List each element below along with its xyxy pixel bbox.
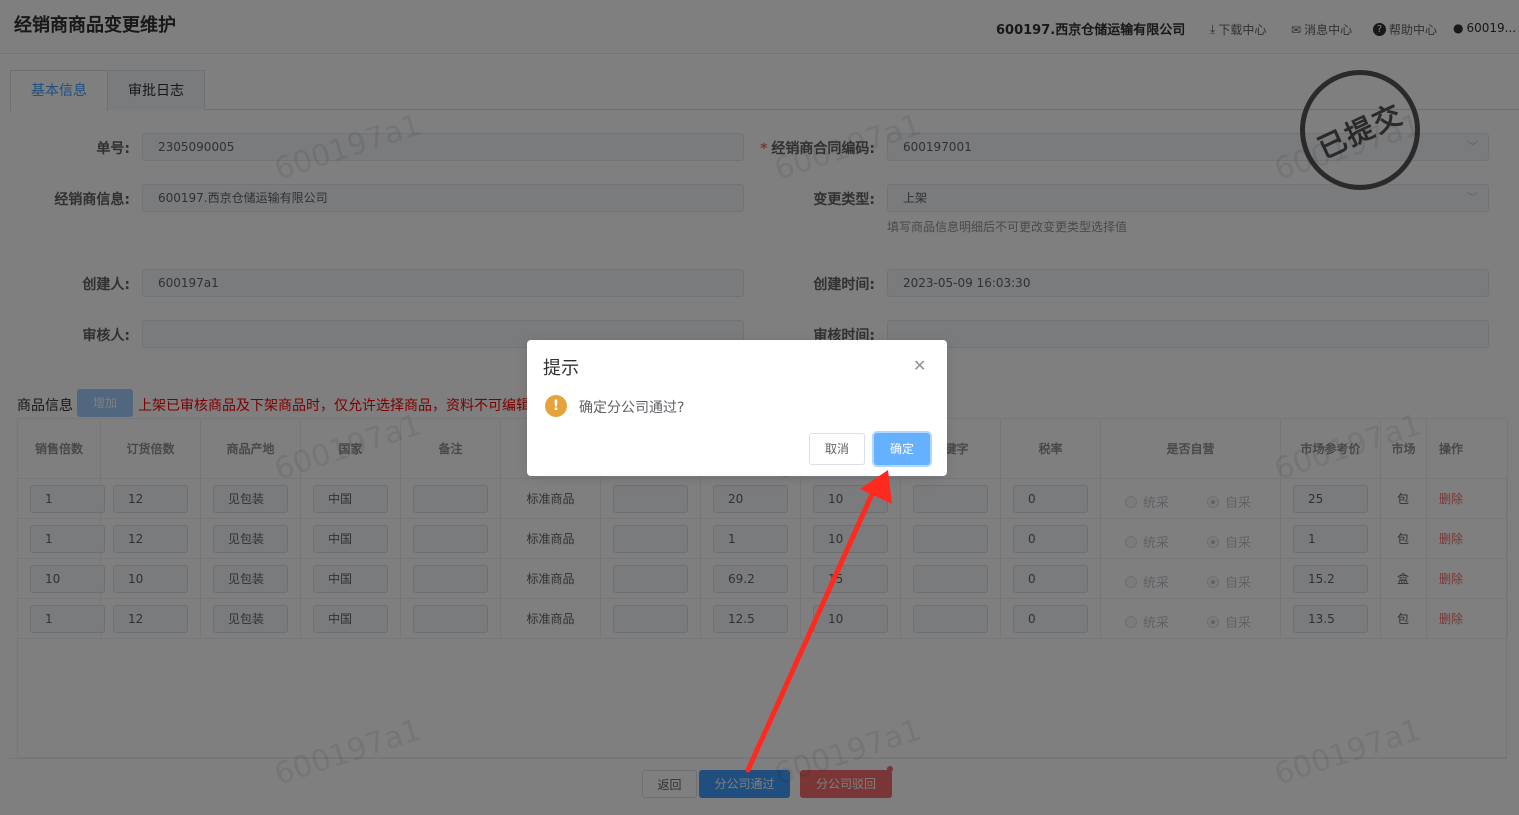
close-icon[interactable]: ✕ (913, 356, 926, 375)
warning-icon: ! (545, 395, 567, 417)
dialog-cancel-button[interactable]: 取消 (809, 433, 865, 465)
confirm-dialog: 提示 ✕ ! 确定分公司通过? 取消 确定 (527, 340, 947, 476)
dialog-message: 确定分公司通过? (579, 400, 685, 416)
dialog-title: 提示 (543, 358, 579, 379)
dialog-confirm-button[interactable]: 确定 (874, 433, 930, 465)
